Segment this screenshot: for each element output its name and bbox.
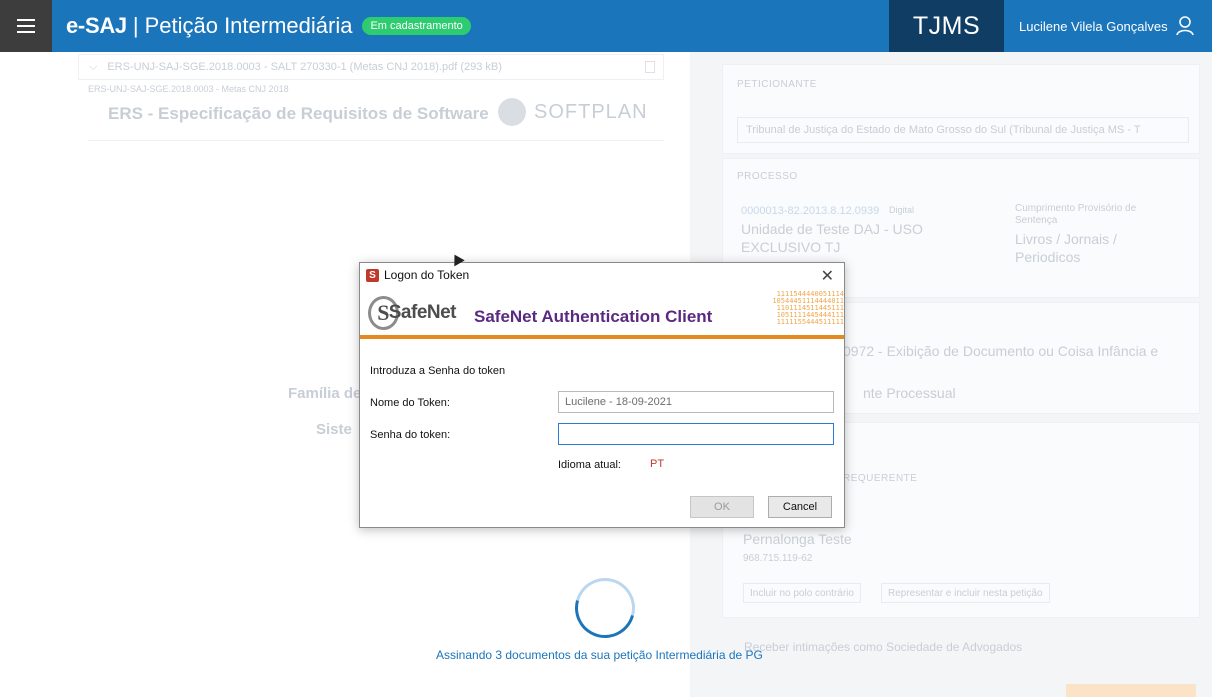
incidente-text: nte Processual <box>863 385 956 401</box>
document-heading-sistem: Siste <box>316 421 352 438</box>
safenet-icon: S <box>366 268 379 282</box>
dialog-titlebar[interactable]: S Logon do Token ✕ <box>360 263 844 287</box>
divider <box>88 140 664 141</box>
safenet-logo-text: SafeNet <box>388 302 457 323</box>
user-menu[interactable]: Lucilene Vilela Gonçalves <box>1019 0 1194 52</box>
document-heading-familia: Família de <box>288 385 362 402</box>
processo-subject-1: Livros / Jornais / <box>1015 231 1117 247</box>
user-name: Lucilene Vilela Gonçalves <box>1019 18 1168 34</box>
user-icon <box>1175 16 1194 36</box>
processo-class-1: Cumprimento Provisório de <box>1015 203 1137 214</box>
dialog-banner: S SafeNet SafeNet Authentication Client … <box>360 289 844 339</box>
dialog-title: Logon do Token <box>384 268 470 282</box>
close-icon[interactable]: ✕ <box>821 266 834 286</box>
ok-button[interactable]: OK <box>690 496 754 518</box>
processo-unit-2: EXCLUSIVO TJ <box>741 239 841 255</box>
processo-tag: Digital <box>889 205 915 215</box>
softplan-logo-icon <box>498 98 526 126</box>
party-document: 968.715.119-62 <box>743 553 813 564</box>
dialog-intro: Introduza a Senha do token <box>370 365 506 377</box>
loading-message: Assinando 3 documentos da sua petição In… <box>436 648 763 662</box>
document-row[interactable]: ⌵ ERS-UNJ-SAJ-SGE.2018.0003 - SALT 27033… <box>78 54 664 80</box>
peticionante-select[interactable]: Tribunal de Justiça do Estado de Mato Gr… <box>737 117 1189 143</box>
product-name: SafeNet Authentication Client <box>474 307 713 326</box>
document-title: ERS - Especificação de Requisitos de Sof… <box>108 104 489 123</box>
trash-icon[interactable] <box>645 61 655 73</box>
password-label: Senha do token: <box>370 429 451 441</box>
softplan-logo-text: SOFTPLAN <box>534 100 648 123</box>
token-name-label: Nome do Token: <box>370 397 450 409</box>
party-name: Pernalonga Teste <box>743 531 852 547</box>
dialog-body: Introduza a Senha do token Nome do Token… <box>360 343 844 527</box>
document-subtitle: ERS-UNJ-SAJ-SGE.2018.0003 - Metas CNJ 20… <box>88 84 289 94</box>
password-field[interactable] <box>558 423 834 445</box>
action-button[interactable] <box>1066 684 1196 697</box>
court-label: TJMS <box>889 0 1004 52</box>
document-row-label: ERS-UNJ-SAJ-SGE.2018.0003 - SALT 270330-… <box>107 61 502 73</box>
language-value: PT <box>650 458 665 470</box>
processo-number[interactable]: 0000013-82.2013.8.12.0939 <box>741 205 879 217</box>
hamburger-icon[interactable] <box>0 0 52 52</box>
partes-label: Requerente <box>843 473 918 484</box>
processo-class-2: Sentença <box>1015 215 1058 226</box>
status-badge: Em cadastramento <box>362 17 471 35</box>
softplan-logo: SOFTPLAN <box>498 98 648 126</box>
represent-button[interactable]: Representar e incluir nesta petição <box>881 583 1050 603</box>
peticionante-value: Tribunal de Justiça do Estado de Mato Gr… <box>746 124 1141 136</box>
token-name-field: Lucilene - 18-09-2021 <box>558 391 834 413</box>
processo-label: Processo <box>737 171 798 182</box>
brand-separator: | <box>132 13 139 38</box>
safenet-logo: S SafeNet <box>368 293 457 333</box>
peticionante-card: Peticionante Tribunal de Justiça do Esta… <box>722 64 1200 154</box>
include-opposing-button[interactable]: Incluir no polo contrário <box>743 583 861 603</box>
brand-logo[interactable]: e-SAJ <box>66 13 127 39</box>
binary-digits-decoration: 1111544440051114 10544451114444011 11011… <box>772 291 844 326</box>
peticionante-label: Peticionante <box>737 79 817 90</box>
classe-text: 0972 - Exibição de Documento ou Coisa In… <box>843 343 1159 359</box>
intimacoes-text[interactable]: Receber intimações como Sociedade de Adv… <box>744 640 1022 654</box>
page-title: Petição Intermediária <box>144 13 353 38</box>
processo-unit-1: Unidade de Teste DAJ - USO <box>741 221 923 237</box>
token-logon-dialog: S Logon do Token ✕ S SafeNet SafeNet Aut… <box>359 262 845 528</box>
chevron-down-icon[interactable]: ⌵ <box>89 61 97 74</box>
processo-subject-2: Periodicos <box>1015 249 1081 265</box>
cancel-button[interactable]: Cancel <box>768 496 832 518</box>
top-bar: e-SAJ | Petição Intermediária Em cadastr… <box>0 0 1212 52</box>
language-label: Idioma atual: <box>558 459 621 471</box>
